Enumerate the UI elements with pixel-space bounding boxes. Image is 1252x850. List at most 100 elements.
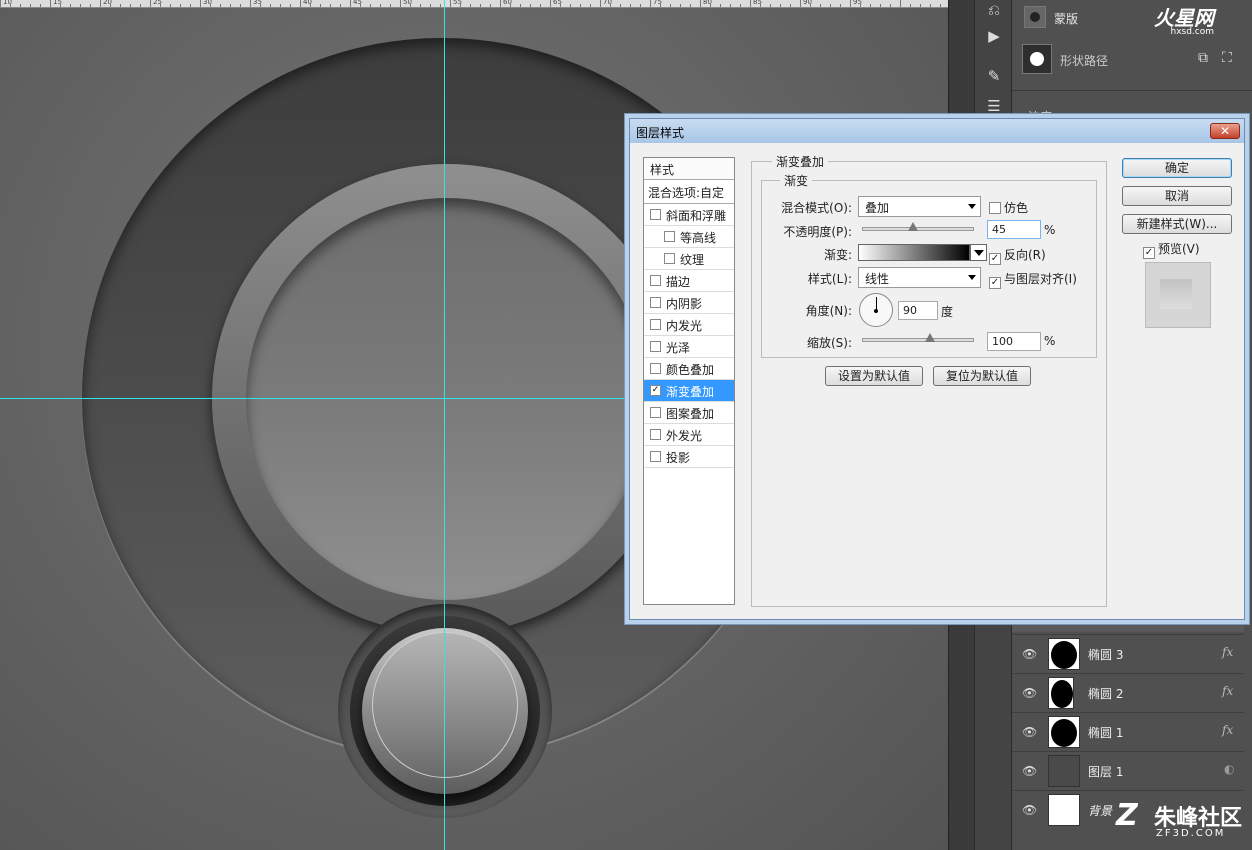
ruler-tick	[430, 4, 431, 7]
ok-button[interactable]: 确定	[1122, 158, 1232, 178]
opacity-input[interactable]: 45	[987, 220, 1041, 239]
style-list-item[interactable]: 纹理	[644, 248, 734, 270]
visibility-eye-icon[interactable]: 👁	[1022, 764, 1037, 778]
ruler-tick	[380, 4, 381, 7]
gradient-swatch[interactable]	[858, 244, 970, 261]
layer-row[interactable]: 👁 椭圆 2 fx	[1012, 673, 1244, 711]
style-label: 颜色叠加	[666, 363, 715, 377]
ruler-tick	[830, 4, 831, 7]
gradient-style-select[interactable]: 线性	[858, 267, 981, 288]
new-style-button[interactable]: 新建样式(W)...	[1122, 214, 1232, 234]
reverse-checkbox[interactable]: ✓ 反向(R)	[989, 246, 1046, 265]
transform-icon[interactable]: ⛶	[1222, 50, 1232, 66]
layer-row[interactable]: 👁 图层 1 ◐	[1012, 751, 1244, 789]
style-list-item[interactable]: 描边	[644, 270, 734, 292]
style-label: 图案叠加	[666, 407, 715, 421]
ruler-tick	[330, 4, 331, 7]
set-default-button[interactable]: 设置为默认值	[825, 366, 923, 386]
ruler-tick	[250, 0, 251, 7]
blend-mode-select[interactable]: 叠加	[858, 196, 981, 217]
mask-label: 蒙版	[1054, 12, 1079, 26]
style-list-item[interactable]: 光泽	[644, 336, 734, 358]
style-list-item[interactable]: 颜色叠加	[644, 358, 734, 380]
visibility-eye-icon[interactable]: 👁	[1022, 686, 1037, 700]
scale-unit: %	[1044, 334, 1056, 348]
style-checkbox[interactable]	[650, 341, 661, 352]
ruler-label: 40	[303, 0, 312, 6]
close-button[interactable]: ✕	[1210, 123, 1240, 139]
dither-checkbox[interactable]: 仿色	[989, 199, 1028, 216]
adjustments-icon[interactable]: ☰	[983, 96, 1005, 116]
ruler-tick	[880, 4, 881, 7]
ruler-tick	[230, 4, 231, 7]
style-list-item[interactable]: 投影	[644, 446, 734, 468]
style-list-item[interactable]: ✓ 渐变叠加	[644, 380, 734, 402]
style-list-item[interactable]: 外发光	[644, 424, 734, 446]
ruler-label: 65	[553, 0, 562, 6]
style-list-item[interactable]: 等高线	[644, 226, 734, 248]
ruler-tick	[40, 4, 41, 7]
visibility-eye-icon[interactable]: 👁	[1022, 803, 1037, 817]
add-mask-icon[interactable]: ⧉	[1198, 50, 1208, 66]
opacity-slider-thumb[interactable]	[908, 222, 919, 231]
style-label: 光泽	[666, 341, 691, 355]
angle-label: 角度(N):	[805, 304, 852, 318]
angle-input[interactable]: 90	[898, 301, 938, 320]
ruler-tick	[910, 4, 911, 7]
style-checkbox[interactable]: ✓	[650, 385, 661, 396]
reset-default-button[interactable]: 复位为默认值	[933, 366, 1031, 386]
fx-icon[interactable]: fx	[1222, 684, 1233, 698]
vertical-guide[interactable]	[444, 0, 445, 850]
layer-name: 图层 1	[1088, 765, 1124, 779]
fx-icon[interactable]: fx	[1222, 723, 1233, 737]
visibility-eye-icon[interactable]: 👁	[1022, 647, 1037, 661]
visibility-eye-icon[interactable]: 👁	[1022, 725, 1037, 739]
style-list-item[interactable]: 斜面和浮雕	[644, 204, 734, 226]
dialog-titlebar[interactable]: 图层样式 ✕	[630, 119, 1244, 143]
style-checkbox[interactable]	[664, 253, 675, 264]
style-checkbox[interactable]	[650, 275, 661, 286]
scale-slider[interactable]	[862, 333, 974, 342]
style-checkbox[interactable]	[650, 451, 661, 462]
blend-options-item[interactable]: 混合选项:自定	[644, 180, 734, 204]
shape-path-row[interactable]: 形状路径 ⧉ ⛶	[1012, 42, 1252, 78]
style-checkbox[interactable]	[650, 297, 661, 308]
history-icon[interactable]: ⎌	[983, 0, 1005, 20]
scale-slider-thumb[interactable]	[925, 333, 935, 342]
style-list-header[interactable]: 样式	[644, 158, 734, 180]
horizontal-ruler[interactable]: 10 15 20 25 30 35 40 45 50 55 60 65 70 75 80 85 90 95	[0, 0, 948, 8]
play-action-icon[interactable]: ▶	[983, 26, 1005, 46]
style-list-item[interactable]: 内阴影	[644, 292, 734, 314]
style-checkbox[interactable]	[650, 363, 661, 374]
style-checkbox[interactable]	[664, 231, 675, 242]
ruler-label: 10	[3, 0, 12, 6]
fx-icon[interactable]: fx	[1222, 645, 1233, 659]
style-checkbox[interactable]	[650, 407, 661, 418]
angle-unit: 度	[941, 305, 954, 319]
layer-row[interactable]: 👁 椭圆 3 fx	[1012, 634, 1244, 672]
gradient-picker-dropdown[interactable]	[970, 244, 987, 261]
opacity-slider[interactable]	[862, 222, 974, 231]
style-list-item[interactable]: 图案叠加	[644, 402, 734, 424]
smart-filter-icon[interactable]: ◐	[1224, 762, 1234, 776]
layer-row[interactable]: 👁 椭圆 1 fx	[1012, 712, 1244, 750]
preview-checkbox[interactable]: ✓ 预览(V)	[1143, 240, 1200, 259]
ruler-tick	[0, 0, 1, 7]
align-with-layer-checkbox[interactable]: ✓ 与图层对齐(I)	[989, 270, 1077, 289]
style-checkbox[interactable]	[650, 429, 661, 440]
brush-tool-icon[interactable]: ✎	[983, 66, 1005, 86]
style-list-item[interactable]: 内发光	[644, 314, 734, 336]
ruler-tick	[820, 4, 821, 7]
style-checkbox[interactable]	[650, 209, 661, 220]
ruler-tick	[650, 0, 651, 7]
ruler-tick	[790, 4, 791, 7]
style-label: 纹理	[680, 253, 705, 267]
ruler-tick	[470, 4, 471, 7]
ruler-label: 75	[653, 0, 662, 6]
inner-disc-shape	[246, 198, 648, 600]
angle-dial[interactable]	[859, 293, 893, 327]
style-checkbox[interactable]	[650, 319, 661, 330]
cancel-button[interactable]: 取消	[1122, 186, 1232, 206]
mask-row[interactable]: 蒙版	[1012, 6, 1252, 32]
scale-input[interactable]: 100	[987, 332, 1041, 351]
